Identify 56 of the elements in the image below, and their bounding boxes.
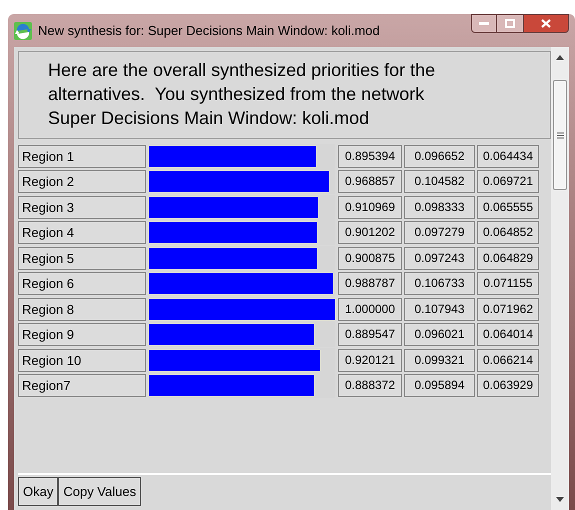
value-cell: 0.988787	[338, 272, 402, 296]
value-cell: 0.097279	[404, 221, 475, 244]
value-cell: 0.064829	[477, 246, 539, 270]
value-cell: 0.071155	[477, 272, 539, 296]
close-icon	[541, 19, 551, 28]
app-icon	[14, 22, 32, 40]
value-cell: 0.096652	[404, 144, 475, 168]
row-label: Region7	[18, 374, 146, 398]
maximize-button[interactable]	[497, 14, 523, 33]
value-cell: 0.889547	[338, 323, 402, 346]
copy-values-button[interactable]: Copy Values	[58, 477, 142, 506]
close-button[interactable]	[523, 14, 569, 33]
value-cell: 0.096021	[404, 323, 475, 346]
value-cell: 0.895394	[338, 144, 402, 168]
minimize-icon	[479, 22, 489, 26]
value-cell: 0.071962	[477, 298, 539, 321]
value-cell: 0.900875	[338, 246, 402, 270]
value-cell: 0.968857	[338, 170, 402, 194]
value-cell: 0.920121	[338, 348, 402, 372]
value-cell: 0.098333	[404, 196, 475, 219]
value-cell: 0.910969	[338, 196, 402, 219]
value-cell: 0.888372	[338, 374, 402, 398]
window-title: New synthesis for: Super Decisions Main Window: koli.mod	[38, 22, 380, 40]
value-cell: 0.066214	[477, 348, 539, 372]
value-cell: 0.064434	[477, 144, 539, 168]
scroll-up-icon	[556, 55, 564, 60]
row-label: Region 4	[18, 221, 146, 244]
row-label: Region 3	[18, 196, 146, 219]
value-cell: 1.000000	[338, 298, 402, 321]
scrollbar[interactable]	[551, 47, 569, 510]
row-label: Region 5	[18, 246, 146, 270]
value-cell: 0.107943	[404, 298, 475, 321]
row-label: Region 2	[18, 170, 146, 194]
value-cell: 0.065555	[477, 196, 539, 219]
value-cell: 0.063929	[477, 374, 539, 398]
row-label: Region 9	[18, 323, 146, 346]
grip-icon	[556, 132, 564, 138]
message-text: Here are the overall synthesized priorities for the alternatives. You synthesized from the network Super Decisions Main Window: koli.mod	[48, 59, 436, 130]
maximize-icon	[505, 19, 515, 28]
value-cell: 0.064852	[477, 221, 539, 244]
value-cell: 0.064014	[477, 323, 539, 346]
scroll-down-icon	[556, 497, 564, 502]
minimize-button[interactable]	[471, 14, 497, 33]
row-label: Region 8	[18, 298, 146, 321]
value-cell: 0.104582	[404, 170, 475, 194]
row-label: Region 1	[18, 144, 146, 168]
okay-button[interactable]: Okay	[18, 477, 58, 506]
value-cell: 0.901202	[338, 221, 402, 244]
scrollbar-thumb[interactable]	[553, 80, 567, 190]
value-cell: 0.106733	[404, 272, 475, 296]
row-label: Region 6	[18, 272, 146, 296]
value-cell: 0.069721	[477, 170, 539, 194]
value-cell: 0.097243	[404, 246, 475, 270]
row-label: Region 10	[18, 348, 146, 372]
value-cell: 0.095894	[404, 374, 475, 398]
value-cell: 0.099321	[404, 348, 475, 372]
